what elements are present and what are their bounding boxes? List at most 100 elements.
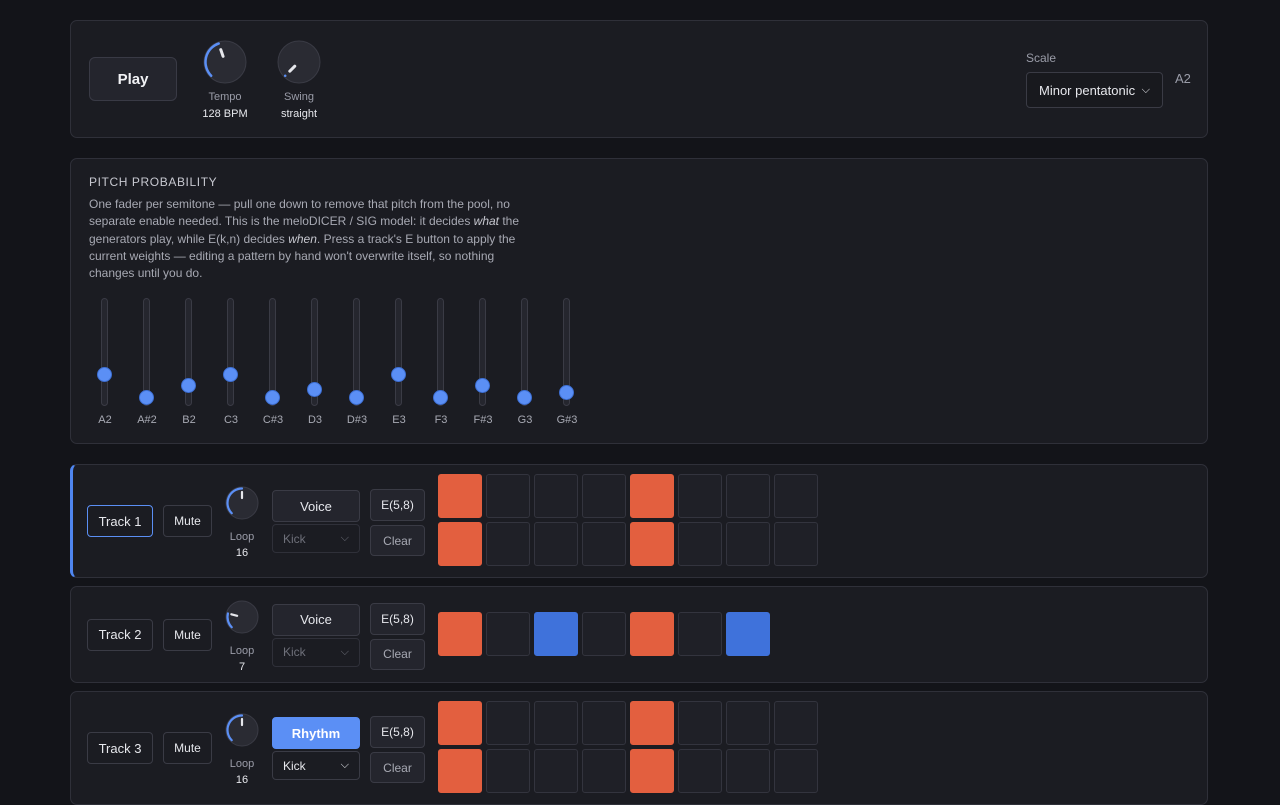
step-cell[interactable] bbox=[438, 701, 482, 745]
fader-track[interactable] bbox=[227, 298, 234, 406]
step-cell[interactable] bbox=[534, 749, 578, 793]
fader-f3[interactable]: F3 bbox=[421, 298, 461, 426]
step-cell[interactable] bbox=[678, 474, 722, 518]
mute-button[interactable]: Mute bbox=[163, 505, 212, 537]
chevron-down-icon: ⌵ bbox=[1141, 83, 1150, 96]
step-cell[interactable] bbox=[678, 522, 722, 566]
track-name-button[interactable]: Track 1 bbox=[87, 505, 153, 537]
loop-knob[interactable] bbox=[224, 712, 260, 748]
fader-e3[interactable]: E3 bbox=[379, 298, 419, 426]
swing-value: straight bbox=[280, 108, 318, 120]
fader-asharp2[interactable]: A#2 bbox=[127, 298, 167, 426]
clear-button[interactable]: Clear bbox=[370, 525, 425, 556]
fader-track[interactable] bbox=[101, 298, 108, 406]
fader-label: A2 bbox=[98, 414, 112, 426]
step-cell[interactable] bbox=[726, 522, 770, 566]
step-cell[interactable] bbox=[486, 522, 530, 566]
fader-a2[interactable]: A2 bbox=[85, 298, 125, 426]
step-cell[interactable] bbox=[582, 612, 626, 656]
step-cell[interactable] bbox=[630, 701, 674, 745]
step-cell[interactable] bbox=[726, 749, 770, 793]
step-cell[interactable] bbox=[486, 474, 530, 518]
mode-button[interactable]: Rhythm bbox=[272, 717, 360, 749]
fader-c3[interactable]: C3 bbox=[211, 298, 251, 426]
step-cell[interactable] bbox=[726, 474, 770, 518]
mode-button[interactable]: Voice bbox=[272, 490, 360, 522]
fader-d3[interactable]: D3 bbox=[295, 298, 335, 426]
clear-button[interactable]: Clear bbox=[370, 752, 425, 783]
fader-thumb[interactable] bbox=[433, 390, 448, 405]
step-cell[interactable] bbox=[534, 612, 578, 656]
step-cell[interactable] bbox=[582, 474, 626, 518]
step-cell[interactable] bbox=[486, 701, 530, 745]
step-cell[interactable] bbox=[726, 612, 770, 656]
step-cell[interactable] bbox=[630, 474, 674, 518]
track-panel: Track 3 Mute Loop 16 Rhythm Kick ⌵ E(5,8) Clear bbox=[70, 691, 1208, 805]
track-name-button[interactable]: Track 3 bbox=[87, 732, 153, 764]
voice-select[interactable]: Kick ⌵ bbox=[272, 637, 360, 667]
euclid-button[interactable]: E(5,8) bbox=[370, 489, 425, 521]
step-cell[interactable] bbox=[534, 701, 578, 745]
step-cell[interactable] bbox=[774, 474, 818, 518]
fader-track[interactable] bbox=[395, 298, 402, 406]
fader-thumb[interactable] bbox=[475, 378, 490, 393]
euclid-button[interactable]: E(5,8) bbox=[370, 716, 425, 748]
fader-label: G3 bbox=[517, 414, 533, 426]
step-cell[interactable] bbox=[774, 522, 818, 566]
fader-gsharp3[interactable]: G#3 bbox=[547, 298, 587, 426]
fader-dsharp3[interactable]: D#3 bbox=[337, 298, 377, 426]
loop-knob[interactable] bbox=[224, 599, 260, 635]
fader-label: F#3 bbox=[473, 414, 493, 426]
step-cell[interactable] bbox=[774, 749, 818, 793]
mute-button[interactable]: Mute bbox=[163, 732, 212, 764]
fader-thumb[interactable] bbox=[307, 382, 322, 397]
fader-thumb[interactable] bbox=[97, 366, 112, 382]
loop-knob[interactable] bbox=[224, 485, 260, 521]
track-name-button[interactable]: Track 2 bbox=[87, 618, 153, 651]
fader-thumb[interactable] bbox=[265, 390, 280, 405]
step-cell[interactable] bbox=[438, 474, 482, 518]
step-cell[interactable] bbox=[534, 474, 578, 518]
tempo-knob[interactable] bbox=[202, 39, 248, 85]
step-cell[interactable] bbox=[726, 701, 770, 745]
step-cell[interactable] bbox=[630, 612, 674, 656]
step-cell[interactable] bbox=[438, 522, 482, 566]
mode-button[interactable]: Voice bbox=[272, 603, 360, 636]
fader-fsharp3[interactable]: F#3 bbox=[463, 298, 503, 426]
fader-b2[interactable]: B2 bbox=[169, 298, 209, 426]
chevron-down-icon: ⌵ bbox=[340, 532, 349, 544]
clear-button[interactable]: Clear bbox=[370, 638, 425, 670]
mute-button[interactable]: Mute bbox=[163, 618, 212, 651]
fader-thumb[interactable] bbox=[517, 390, 532, 405]
fader-thumb[interactable] bbox=[391, 366, 406, 382]
fader-thumb[interactable] bbox=[223, 366, 238, 382]
step-cell[interactable] bbox=[678, 612, 722, 656]
step-cell[interactable] bbox=[582, 522, 626, 566]
section-title: PITCH PROBABILITY bbox=[89, 175, 218, 189]
fader-g3[interactable]: G3 bbox=[505, 298, 545, 426]
step-cell[interactable] bbox=[678, 749, 722, 793]
swing-knob[interactable] bbox=[276, 39, 322, 85]
step-cell[interactable] bbox=[774, 701, 818, 745]
step-cell[interactable] bbox=[630, 749, 674, 793]
step-cell[interactable] bbox=[486, 612, 530, 656]
voice-select[interactable]: Kick ⌵ bbox=[272, 524, 360, 553]
fader-csharp3[interactable]: C#3 bbox=[253, 298, 293, 426]
step-cell[interactable] bbox=[630, 522, 674, 566]
step-cell[interactable] bbox=[438, 612, 482, 656]
fader-thumb[interactable] bbox=[139, 390, 154, 405]
euclid-button[interactable]: E(5,8) bbox=[370, 602, 425, 635]
voice-select[interactable]: Kick ⌵ bbox=[272, 751, 360, 780]
step-cell[interactable] bbox=[534, 522, 578, 566]
play-button[interactable]: Play bbox=[89, 57, 177, 101]
step-cell[interactable] bbox=[486, 749, 530, 793]
step-cell[interactable] bbox=[438, 749, 482, 793]
step-cell[interactable] bbox=[678, 701, 722, 745]
desc-emphasis: what bbox=[473, 214, 500, 229]
fader-thumb[interactable] bbox=[349, 390, 364, 405]
scale-select[interactable]: Minor pentatonic ⌵ bbox=[1026, 72, 1163, 108]
step-cell[interactable] bbox=[582, 701, 626, 745]
fader-thumb[interactable] bbox=[181, 378, 196, 393]
step-cell[interactable] bbox=[582, 749, 626, 793]
fader-thumb[interactable] bbox=[559, 385, 574, 401]
